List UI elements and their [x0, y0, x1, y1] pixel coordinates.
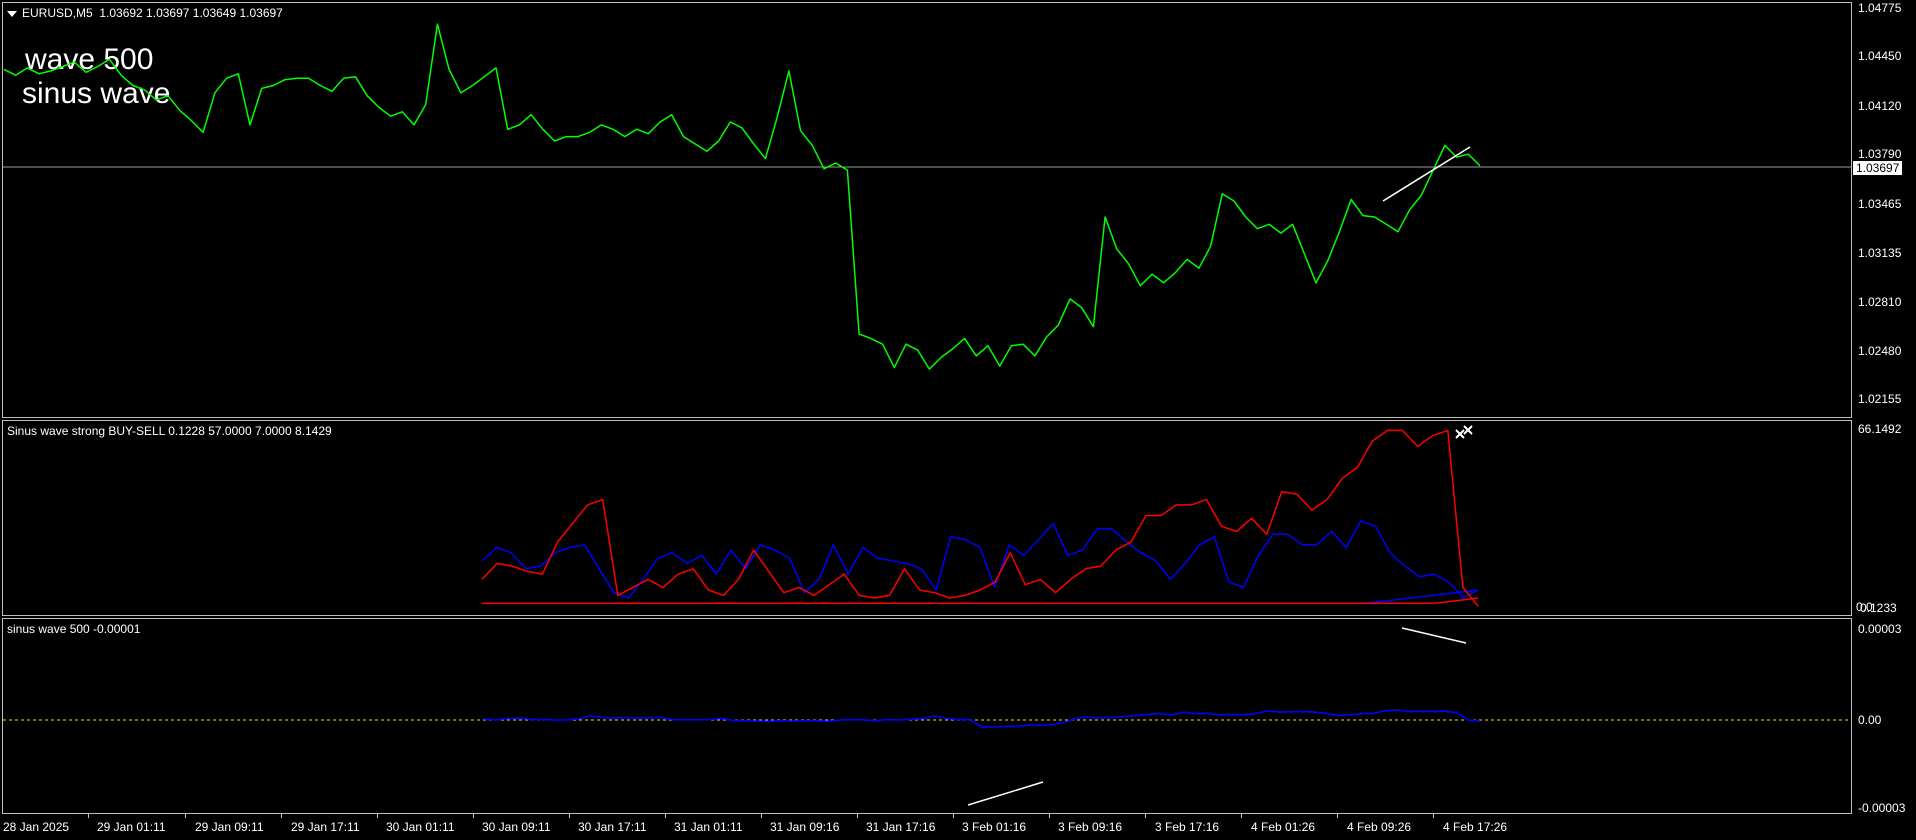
- time-axis-label: 30 Jan 17:11: [578, 820, 647, 834]
- price-level-label: 1.04450: [1858, 49, 1902, 63]
- time-axis-label: 29 Jan 09:11: [195, 820, 264, 834]
- chart-canvas: [3, 23, 1851, 806]
- time-axis-label: 30 Jan 09:11: [482, 820, 551, 834]
- time-axis-tick: [185, 814, 186, 818]
- time-axis-tick: [1433, 814, 1434, 818]
- price-series-line: [3, 23, 1481, 370]
- time-axis-tick: [953, 814, 954, 818]
- time-axis-label: 3 Feb 17:16: [1155, 820, 1220, 834]
- time-axis-label: 3 Feb 01:16: [962, 820, 1027, 834]
- time-axis-label: 3 Feb 09:16: [1058, 820, 1123, 834]
- signal-cross-marker: [1463, 425, 1473, 435]
- signal-cross-marker: [1455, 429, 1465, 439]
- time-axis-tick: [473, 814, 474, 818]
- time-axis-tick: [1241, 814, 1242, 818]
- price-level-label: 1.03465: [1858, 197, 1902, 211]
- price-level-label: 1.04120: [1858, 99, 1902, 113]
- price-level-label: 1.02810: [1858, 295, 1902, 309]
- trendline: [1382, 146, 1471, 202]
- time-axis-tick: [1337, 814, 1338, 818]
- current-price-tag: 1.03697: [1853, 161, 1903, 175]
- price-level-label: 1.02480: [1858, 344, 1902, 358]
- time-axis-label: 29 Jan 17:11: [291, 820, 360, 834]
- time-axis-tick: [761, 814, 762, 818]
- time-axis-tick: [1049, 814, 1050, 818]
- time-axis-label: 29 Jan 01:11: [97, 820, 166, 834]
- sinus-wave-line: [483, 709, 1481, 729]
- sell-strength-line: [481, 429, 1479, 607]
- time-axis-tick: [665, 814, 666, 818]
- time-axis-tick: [857, 814, 858, 818]
- buy-strength-line: [481, 520, 1479, 599]
- time-axis-tick: [1145, 814, 1146, 818]
- time-axis-tick: [88, 814, 89, 818]
- time-axis-tick: [281, 814, 282, 818]
- trendline: [967, 781, 1044, 806]
- time-axis-label: 4 Feb 17:26: [1443, 820, 1508, 834]
- indicator-2-scale-top: 0.00003: [1858, 622, 1902, 636]
- time-axis-label: 31 Jan 17:16: [866, 820, 936, 834]
- price-level-label: 1.02155: [1858, 392, 1902, 406]
- buy-base-line: [482, 589, 1479, 605]
- price-level-label: 1.04775: [1858, 1, 1902, 15]
- time-axis-tick: [377, 814, 378, 818]
- sell-base-line: [482, 597, 1479, 605]
- time-axis-label: 28 Jan 2025: [3, 820, 70, 834]
- indicator-1-scale-bottom-overlap: 0.0: [1856, 600, 1873, 614]
- indicator-1-scale-top: 66.1492: [1858, 422, 1902, 436]
- indicator-2-scale-zero: 0.00: [1858, 713, 1882, 727]
- time-axis-label: 4 Feb 09:26: [1347, 820, 1412, 834]
- time-axis-label: 31 Jan 01:11: [674, 820, 743, 834]
- indicator-2-scale-bottom: -0.00003: [1858, 801, 1906, 815]
- price-level-label: 1.03790: [1858, 147, 1902, 161]
- time-axis-label: 4 Feb 01:26: [1251, 820, 1316, 834]
- time-axis-label: 30 Jan 01:11: [386, 820, 455, 834]
- time-axis-tick: [569, 814, 570, 818]
- trendline: [1401, 627, 1467, 644]
- time-axis-label: 31 Jan 09:16: [770, 820, 840, 834]
- price-level-label: 1.03135: [1858, 246, 1902, 260]
